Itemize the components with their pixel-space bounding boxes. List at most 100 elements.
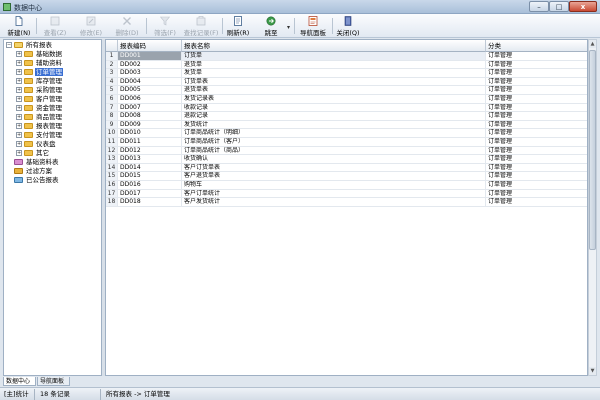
column-header-code[interactable]: 报表编码	[118, 40, 182, 52]
status-mode: [主]统计	[4, 390, 29, 398]
cell-code: DD008	[118, 112, 182, 121]
view-button[interactable]: 查看(Z)	[40, 15, 70, 37]
row-number: 7	[106, 103, 118, 113]
expand-icon[interactable]: +	[16, 60, 22, 66]
maximize-button[interactable]: □	[549, 1, 569, 12]
scroll-down-icon[interactable]: ▼	[589, 367, 596, 375]
column-header-name[interactable]: 报表名称	[182, 40, 486, 52]
expand-icon[interactable]: +	[16, 105, 22, 111]
folder-icon	[24, 150, 33, 156]
expand-icon[interactable]: +	[16, 78, 22, 84]
cell-name: 订单商品统计（商品）	[182, 146, 486, 156]
expand-icon[interactable]: +	[16, 87, 22, 93]
column-header-category[interactable]: 分类	[486, 40, 587, 52]
table-row[interactable]: 17 DD017 客户订单统计 订单管理	[106, 189, 587, 199]
refresh-button[interactable]: 刷新(R)	[224, 15, 252, 37]
tree-item-payments[interactable]: + 支付管理	[16, 131, 101, 139]
tree-item-customers[interactable]: + 客户管理	[16, 95, 101, 103]
table-row[interactable]: 10 DD010 订单商品统计（明细） 订单管理	[106, 129, 587, 138]
tree-item-basic-data[interactable]: + 基础数据	[16, 50, 101, 58]
tree-item-auxiliary[interactable]: + 辅助资料	[16, 59, 101, 67]
cell-category: 订单管理	[486, 95, 587, 104]
close-panel-button[interactable]: 关闭(Q)	[334, 15, 362, 37]
folder-icon	[24, 87, 33, 93]
new-button[interactable]: 新建(N)	[4, 15, 34, 37]
table-row[interactable]: 7 DD007 收款记录 订单管理	[106, 103, 587, 113]
expand-icon[interactable]: +	[16, 123, 22, 129]
find-record-button[interactable]: 查找记录(F)	[182, 15, 220, 37]
app-icon	[3, 3, 11, 11]
tree-item-filter-schemes[interactable]: 过滤方案	[6, 167, 101, 175]
tree-item-reports[interactable]: + 报表管理	[16, 122, 101, 130]
cell-category: 订单管理	[486, 181, 587, 190]
table-row[interactable]: 1 DD001 订货单 订单管理	[106, 52, 587, 61]
expand-icon[interactable]: +	[16, 141, 22, 147]
published-report-icon	[14, 177, 23, 183]
filter-icon	[160, 16, 170, 26]
table-row[interactable]: 18 DD018 客户发货统计 订单管理	[106, 198, 587, 207]
cell-category: 订单管理	[486, 86, 587, 95]
table-row[interactable]: 14 DD014 客户订货单表 订单管理	[106, 163, 587, 173]
table-row[interactable]: 5 DD005 退货单表 订单管理	[106, 86, 587, 95]
goto-button[interactable]: 跳至	[258, 15, 284, 37]
tree-item-order-management[interactable]: + 订单管理	[16, 68, 101, 76]
new-document-icon	[15, 16, 23, 26]
table-row[interactable]: 6 DD006 发货记录表 订单管理	[106, 95, 587, 104]
table-row[interactable]: 3 DD003 发货单 订单管理	[106, 69, 587, 78]
report-grid: 报表编码 报表名称 分类 1 DD001 订货单 订单管理 2 DD002 退货单 订单管理 3…	[105, 39, 588, 376]
tree-item-basic-tables[interactable]: 基础资料表	[6, 158, 101, 166]
table-row[interactable]: 16 DD016 购物车 订单管理	[106, 181, 587, 190]
tree-item-dashboard[interactable]: + 仪表盘	[16, 140, 101, 148]
edit-icon	[86, 16, 96, 26]
table-row[interactable]: 11 DD011 订单商品统计（客户） 订单管理	[106, 138, 587, 147]
close-panel-icon	[344, 16, 352, 26]
cell-category: 订单管理	[486, 155, 587, 164]
tab-navigation-panel[interactable]: 导航面板	[37, 377, 70, 386]
tree-item-products[interactable]: + 商品管理	[16, 113, 101, 121]
expand-icon[interactable]: +	[16, 96, 22, 102]
tree-item-published[interactable]: 已公告报表	[6, 176, 101, 184]
tab-data-center[interactable]: 数据中心	[3, 377, 36, 386]
row-number: 15	[106, 172, 118, 181]
table-row[interactable]: 12 DD012 订单商品统计（商品） 订单管理	[106, 146, 587, 156]
delete-button[interactable]: 删除(D)	[112, 15, 142, 37]
table-icon	[14, 159, 23, 165]
collapse-icon[interactable]: −	[6, 42, 12, 48]
table-row[interactable]: 9 DD009 发货统计 订单管理	[106, 120, 587, 130]
vertical-scrollbar[interactable]: ▲ ▼	[588, 39, 597, 376]
tree-item-purchasing[interactable]: + 采购管理	[16, 86, 101, 94]
scroll-thumb[interactable]	[589, 50, 596, 250]
navigation-panel-button[interactable]: 导航面板	[296, 15, 330, 37]
goto-dropdown-icon[interactable]: ▾	[287, 24, 290, 31]
table-row[interactable]: 2 DD002 退货单 订单管理	[106, 60, 587, 70]
table-row[interactable]: 4 DD004 订货单表 订单管理	[106, 77, 587, 87]
expand-icon[interactable]: +	[16, 132, 22, 138]
row-number: 1	[106, 52, 118, 61]
status-record-count: 18 条记录	[40, 390, 70, 398]
cell-category: 订单管理	[486, 78, 587, 87]
cell-code: DD012	[118, 146, 182, 156]
tree-root[interactable]: − 所有报表	[6, 41, 101, 49]
cell-category: 订单管理	[486, 164, 587, 173]
close-icon: x	[580, 3, 586, 11]
cell-name: 退货单	[182, 60, 486, 70]
minimize-button[interactable]: –	[529, 1, 549, 12]
tree-item-funds[interactable]: + 资金管理	[16, 104, 101, 112]
table-row[interactable]: 13 DD013 收货确认 订单管理	[106, 155, 587, 164]
tree-item-other[interactable]: + 其它	[16, 149, 101, 157]
scroll-up-icon[interactable]: ▲	[589, 40, 596, 48]
toolbar-separator	[146, 18, 147, 34]
expand-icon[interactable]: +	[16, 51, 22, 57]
edit-button[interactable]: 修改(E)	[76, 15, 106, 37]
cell-code: DD001	[118, 52, 182, 61]
expand-icon[interactable]: +	[16, 150, 22, 156]
tree-item-inventory[interactable]: + 库存管理	[16, 77, 101, 85]
filter-button[interactable]: 筛选(F)	[150, 15, 180, 37]
table-row[interactable]: 8 DD008 退款记录 订单管理	[106, 112, 587, 121]
close-window-button[interactable]: x	[569, 1, 597, 12]
expand-icon[interactable]: +	[16, 114, 22, 120]
expand-icon[interactable]: +	[16, 69, 22, 75]
report-tree: − 所有报表 + 基础数据 + 辅助资料 + 订单管理 + 库存管理 + 采购管…	[3, 39, 102, 376]
cell-category: 订单管理	[486, 172, 587, 181]
table-row[interactable]: 15 DD015 客户退货单表 订单管理	[106, 172, 587, 181]
